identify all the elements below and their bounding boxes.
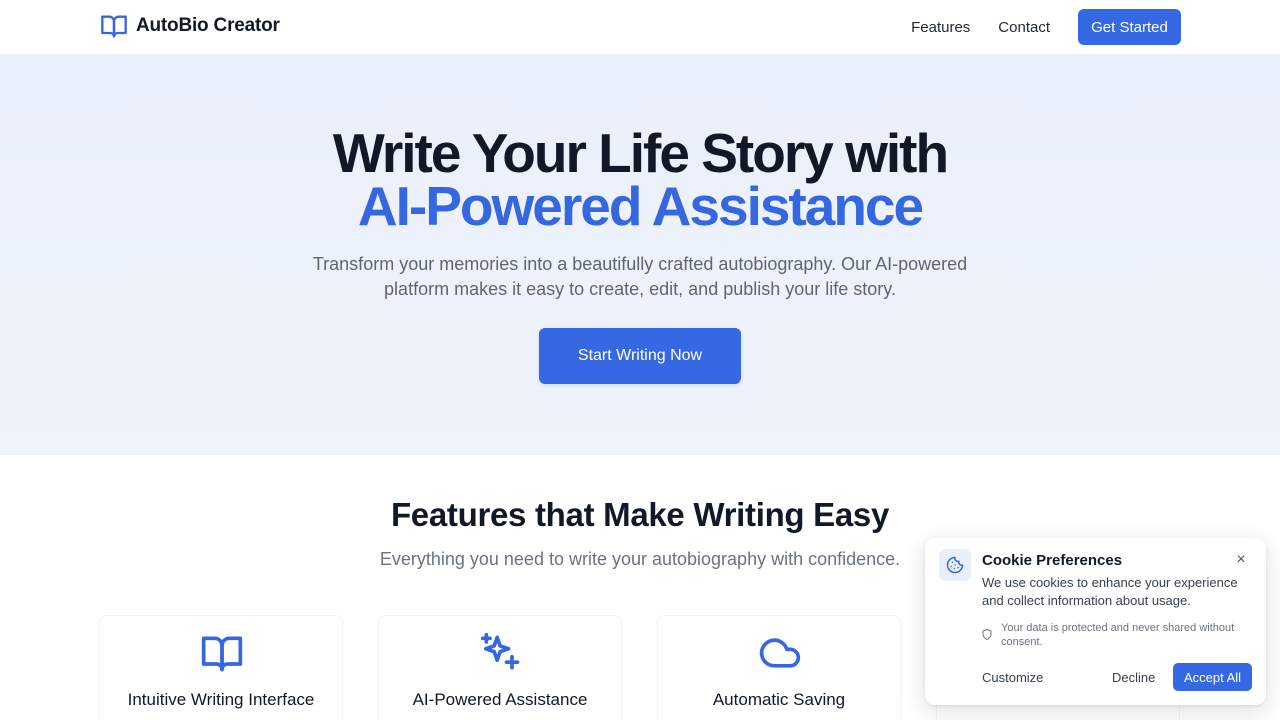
hero-title-accent: AI-Powered Assistance <box>357 175 924 237</box>
close-icon[interactable]: × <box>1231 552 1251 568</box>
nav-link-contact[interactable]: Contact <box>998 19 1050 36</box>
accept-all-button[interactable]: Accept All <box>1173 663 1252 691</box>
main-nav: Features Contact Get Started <box>911 9 1181 45</box>
feature-card-title: Intuitive Writing Interface <box>127 690 315 709</box>
hero-section: Write Your Life Story with AI-Powered As… <box>0 55 1280 455</box>
cookie-privacy-note: Your data is protected and never shared … <box>1001 622 1235 648</box>
hero-subtitle: Transform your memories into a beautiful… <box>312 254 968 299</box>
cookie-icon-badge <box>939 549 971 581</box>
feature-card-title: AI-Powered Assistance <box>412 690 588 709</box>
feature-card-title: Automatic Saving <box>712 690 846 709</box>
sparkles-icon <box>480 632 520 670</box>
nav-link-features[interactable]: Features <box>911 19 970 36</box>
start-writing-button[interactable]: Start Writing Now <box>539 328 741 384</box>
cookie-title: Cookie Preferences <box>982 552 1123 569</box>
shield-icon <box>982 629 992 640</box>
feature-card-automatic-saving: Automatic Saving <box>657 615 901 720</box>
brand-logo[interactable]: AutoBio Creator <box>100 12 280 40</box>
customize-button[interactable]: Customize <box>982 670 1043 685</box>
feature-card-ai-assistance: AI-Powered Assistance <box>378 615 622 720</box>
hero-title: Write Your Life Story with AI-Powered As… <box>0 126 1280 237</box>
book-open-icon <box>201 636 243 672</box>
cookie-banner: Cookie Preferences × We use cookies to e… <box>925 538 1266 705</box>
cookie-icon <box>946 556 964 574</box>
feature-card-writing-interface: Intuitive Writing Interface <box>99 615 343 720</box>
decline-button[interactable]: Decline <box>1112 670 1155 685</box>
cookie-description: We use cookies to enhance your experienc… <box>982 575 1238 608</box>
book-open-icon <box>101 15 127 38</box>
brand-name: AutoBio Creator <box>136 15 280 36</box>
site-header: AutoBio Creator Features Contact Get Sta… <box>0 0 1280 55</box>
features-title: Features that Make Writing Easy <box>390 496 890 533</box>
cloud-icon <box>759 638 801 668</box>
get-started-button[interactable]: Get Started <box>1078 9 1181 45</box>
